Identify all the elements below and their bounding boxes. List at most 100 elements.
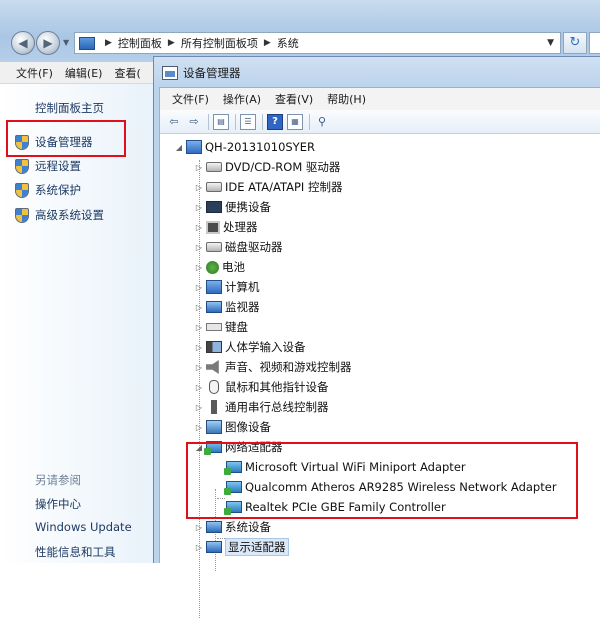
expand-arrow-icon[interactable]: ▷	[194, 203, 204, 212]
tree-node-label: Microsoft Virtual WiFi Miniport Adapter	[245, 460, 466, 474]
properties-icon[interactable]: ☰	[240, 113, 256, 130]
menu-view[interactable]: 查看(	[108, 65, 146, 81]
menu-file[interactable]: 文件(F)	[0, 65, 59, 81]
back-arrow-icon[interactable]: ⇦	[166, 114, 182, 130]
menu-view[interactable]: 查看(V)	[268, 91, 320, 107]
tree-node-label: Qualcomm Atheros AR9285 Wireless Network…	[245, 480, 557, 494]
control-panel-sidebar: 控制面板主页 设备管理器 远程设置 系统保护 高级系统设置 另请参阅 操作中心 …	[0, 84, 153, 563]
tree-node-label: 显示适配器	[225, 538, 289, 556]
address-dropdown-icon[interactable]: ▼	[547, 38, 554, 48]
show-hide-console-tree-icon[interactable]: ▤	[213, 113, 229, 130]
expand-arrow-icon[interactable]: ▷	[194, 423, 204, 432]
tree-item-mice[interactable]: ▷ 鼠标和其他指针设备	[194, 378, 329, 396]
collapse-arrow-icon[interactable]: ◢	[194, 443, 204, 452]
forward-button[interactable]: ▶	[36, 31, 60, 55]
help-icon[interactable]: ?	[267, 113, 283, 130]
menu-action[interactable]: 操作(A)	[216, 91, 268, 107]
portable-device-icon	[206, 201, 222, 213]
expand-arrow-icon[interactable]: ▷	[194, 363, 204, 372]
link-action-center[interactable]: 操作中心	[35, 496, 81, 512]
task-remote-settings[interactable]: 远程设置	[15, 158, 81, 174]
expand-arrow-icon[interactable]: ▷	[194, 183, 204, 192]
tree-item-ide-ata[interactable]: ▷ IDE ATA/ATAPI 控制器	[194, 178, 343, 196]
task-system-protection[interactable]: 系统保护	[15, 182, 81, 198]
tree-item-disk-drives[interactable]: ▷ 磁盘驱动器	[194, 238, 283, 256]
tree-node-label: DVD/CD-ROM 驱动器	[225, 160, 341, 174]
recent-pages-dropdown[interactable]: ▼	[63, 38, 73, 48]
task-label: 系统保护	[35, 183, 81, 197]
expand-arrow-icon[interactable]: ▷	[194, 343, 204, 352]
menu-edit[interactable]: 编辑(E)	[59, 65, 109, 81]
tree-item-processors[interactable]: ▷ 处理器	[194, 218, 258, 236]
back-button[interactable]: ◀	[11, 31, 35, 55]
expand-arrow-icon[interactable]: ▷	[194, 383, 204, 392]
control-panel-home-link[interactable]: 控制面板主页	[35, 100, 104, 116]
task-advanced-system-settings[interactable]: 高级系统设置	[15, 207, 104, 223]
tree-item-sound-video[interactable]: ▷ 声音、视频和游戏控制器	[194, 358, 352, 376]
toolbar-separator	[235, 113, 236, 130]
see-also-heading: 另请参阅	[35, 473, 81, 487]
expand-arrow-icon[interactable]: ▷	[194, 283, 204, 292]
tree-node-label: 图像设备	[225, 420, 271, 434]
breadcrumb-all-items[interactable]: 所有控制面板项	[181, 35, 258, 51]
tree-item-batteries[interactable]: ▷ 电池	[194, 258, 245, 276]
tree-node-label: 监视器	[225, 300, 260, 314]
expand-arrow-icon[interactable]: ▷	[194, 543, 204, 552]
link-windows-update[interactable]: Windows Update	[35, 520, 132, 534]
task-device-manager[interactable]: 设备管理器	[15, 134, 93, 150]
refresh-button[interactable]: ↻	[563, 32, 587, 54]
tree-item-atheros-wireless-adapter[interactable]: Qualcomm Atheros AR9285 Wireless Network…	[224, 478, 557, 496]
toolbar-separator	[208, 113, 209, 130]
link-performance-info[interactable]: 性能信息和工具	[35, 544, 116, 560]
tree-item-usb-controllers[interactable]: ▷ 通用串行总线控制器	[194, 398, 329, 416]
tree-node-label: 键盘	[225, 320, 248, 334]
view-icon[interactable]: ▦	[287, 113, 303, 130]
tree-item-system-devices[interactable]: ▷ 系统设备	[194, 518, 271, 536]
scan-hardware-icon[interactable]: ⚲	[314, 114, 330, 130]
expand-arrow-icon[interactable]: ▷	[194, 323, 204, 332]
network-adapter-icon	[224, 461, 242, 475]
device-tree[interactable]: ◢ QH-20131010SYER ▷ DVD/CD-ROM 驱动器 ▷ IDE…	[160, 134, 600, 618]
navigation-bar: ◀ ▶ ▼ ▶ 控制面板 ▶ 所有控制面板项 ▶ 系统 ▼ ↻	[0, 0, 600, 62]
forward-arrow-icon[interactable]: ⇨	[186, 114, 202, 130]
expand-arrow-icon[interactable]: ▷	[194, 303, 204, 312]
tree-root-computer[interactable]: ◢ QH-20131010SYER	[174, 138, 315, 156]
tree-item-dvd-cdrom[interactable]: ▷ DVD/CD-ROM 驱动器	[194, 158, 340, 176]
expand-arrow-icon[interactable]: ▷	[194, 223, 204, 232]
tree-node-label: IDE ATA/ATAPI 控制器	[225, 180, 343, 194]
breadcrumb-system[interactable]: 系统	[277, 35, 299, 51]
speaker-icon	[206, 360, 219, 374]
network-adapter-icon	[224, 481, 242, 495]
computer-icon	[206, 280, 222, 294]
tree-item-monitors[interactable]: ▷ 监视器	[194, 298, 260, 316]
menu-help[interactable]: 帮助(H)	[320, 91, 373, 107]
address-bar[interactable]: ▶ 控制面板 ▶ 所有控制面板项 ▶ 系统 ▼	[74, 32, 561, 54]
search-input[interactable]	[589, 32, 600, 54]
expand-arrow-icon[interactable]: ▷	[194, 243, 204, 252]
tree-item-network-adapters[interactable]: ◢ 网络适配器	[194, 438, 283, 456]
toolbar-separator	[309, 113, 310, 130]
usb-icon	[211, 400, 217, 414]
tree-item-portable-devices[interactable]: ▷ 便携设备	[194, 198, 271, 216]
tree-item-imaging-devices[interactable]: ▷ 图像设备	[194, 418, 271, 436]
tree-item-hid[interactable]: ▷ 人体学输入设备	[194, 338, 306, 356]
tree-item-virtual-wifi-adapter[interactable]: Microsoft Virtual WiFi Miniport Adapter	[224, 458, 466, 476]
collapse-arrow-icon[interactable]: ◢	[174, 143, 184, 152]
breadcrumb-separator-icon: ▶	[105, 38, 112, 48]
tree-node-label: 鼠标和其他指针设备	[225, 380, 329, 394]
system-device-icon	[206, 521, 222, 533]
expand-arrow-icon[interactable]: ▷	[194, 403, 204, 412]
disk-drive-icon	[206, 242, 222, 252]
shield-icon	[15, 207, 29, 223]
menu-file[interactable]: 文件(F)	[160, 91, 216, 107]
tree-item-computer[interactable]: ▷ 计算机	[194, 278, 260, 296]
expand-arrow-icon[interactable]: ▷	[194, 263, 204, 272]
expand-arrow-icon[interactable]: ▷	[194, 163, 204, 172]
expand-arrow-icon[interactable]: ▷	[194, 523, 204, 532]
tree-item-display-adapters[interactable]: ▷ 显示适配器	[194, 538, 289, 556]
tree-item-keyboards[interactable]: ▷ 键盘	[194, 318, 248, 336]
ide-controller-icon	[206, 182, 222, 192]
keyboard-icon	[206, 323, 222, 331]
tree-item-realtek-gbe-controller[interactable]: Realtek PCIe GBE Family Controller	[224, 498, 446, 516]
breadcrumb-control-panel[interactable]: 控制面板	[118, 35, 162, 51]
